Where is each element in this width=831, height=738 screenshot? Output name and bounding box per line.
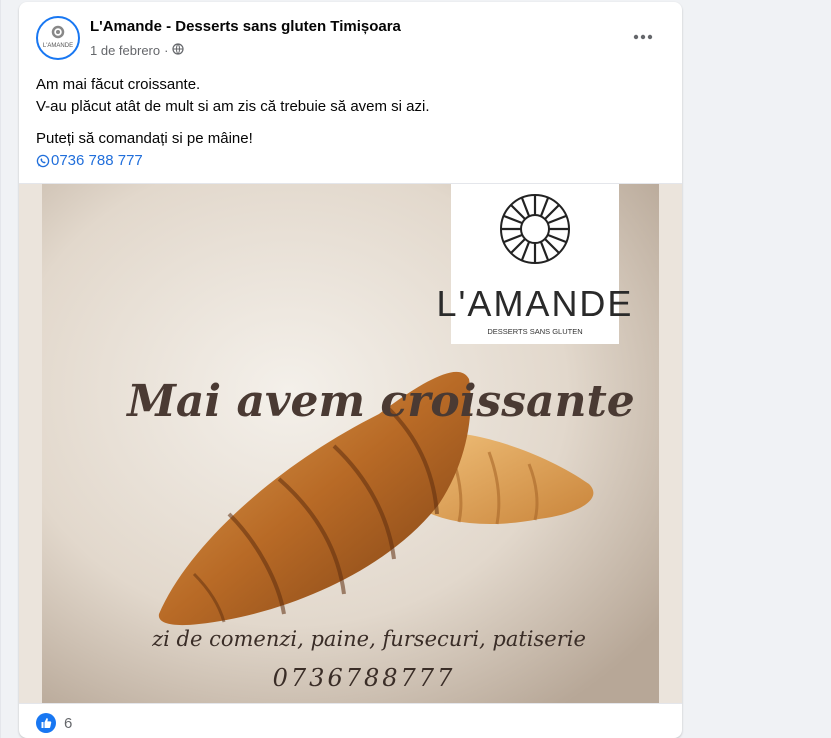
image-headline: Mai avem croissante (125, 376, 635, 427)
more-options-button[interactable] (625, 22, 661, 52)
sunburst-logo-icon (500, 194, 570, 264)
globe-icon[interactable] (172, 43, 185, 58)
like-icon (36, 713, 56, 733)
post-line-1: Am mai făcut croissante. (36, 76, 201, 93)
more-horizontal-icon (633, 34, 653, 40)
page-name-link[interactable]: L'Amande - Desserts sans gluten Timișoar… (90, 18, 401, 35)
reactions-summary[interactable]: 6 (36, 710, 72, 736)
post-date-link[interactable]: 1 de febrero (90, 43, 160, 58)
meta-separator: · (164, 43, 169, 58)
phone-number: 0736 788 777 (51, 152, 143, 169)
post-card: L'AMANDE L'Amande - Desserts sans gluten… (19, 2, 682, 738)
post-image[interactable]: L'AMANDE DESSERTS SANS GLUTEN Mai avem c… (19, 183, 682, 704)
whatsapp-icon (36, 154, 50, 168)
croissant-promo-image: L'AMANDE DESSERTS SANS GLUTEN Mai avem c… (42, 184, 659, 703)
left-edge-divider (0, 0, 1, 738)
avatar-logo-icon: L'AMANDE (43, 25, 73, 49)
post-line-3: Puteți să comandați si pe mâine! (36, 130, 253, 147)
brand-subtitle: DESSERTS SANS GLUTEN (487, 327, 582, 336)
image-tagline: zi de comenzi, paine, fursecuri, patiser… (151, 627, 586, 651)
avatar[interactable]: L'AMANDE (36, 16, 80, 60)
reaction-count: 6 (64, 714, 73, 732)
brand-name: L'AMANDE (437, 283, 634, 324)
svg-text:L'AMANDE: L'AMANDE (43, 43, 73, 49)
phone-link[interactable]: 0736 788 777 (36, 150, 666, 172)
image-phone: 0736788777 (273, 664, 456, 692)
post-line-2: V-au plăcut atât de mult si am zis că tr… (36, 98, 430, 115)
post-header: L'AMANDE L'Amande - Desserts sans gluten… (19, 2, 682, 72)
post-meta: 1 de febrero · (90, 43, 185, 58)
post-text: Am mai făcut croissante. V-au plăcut atâ… (36, 74, 666, 172)
